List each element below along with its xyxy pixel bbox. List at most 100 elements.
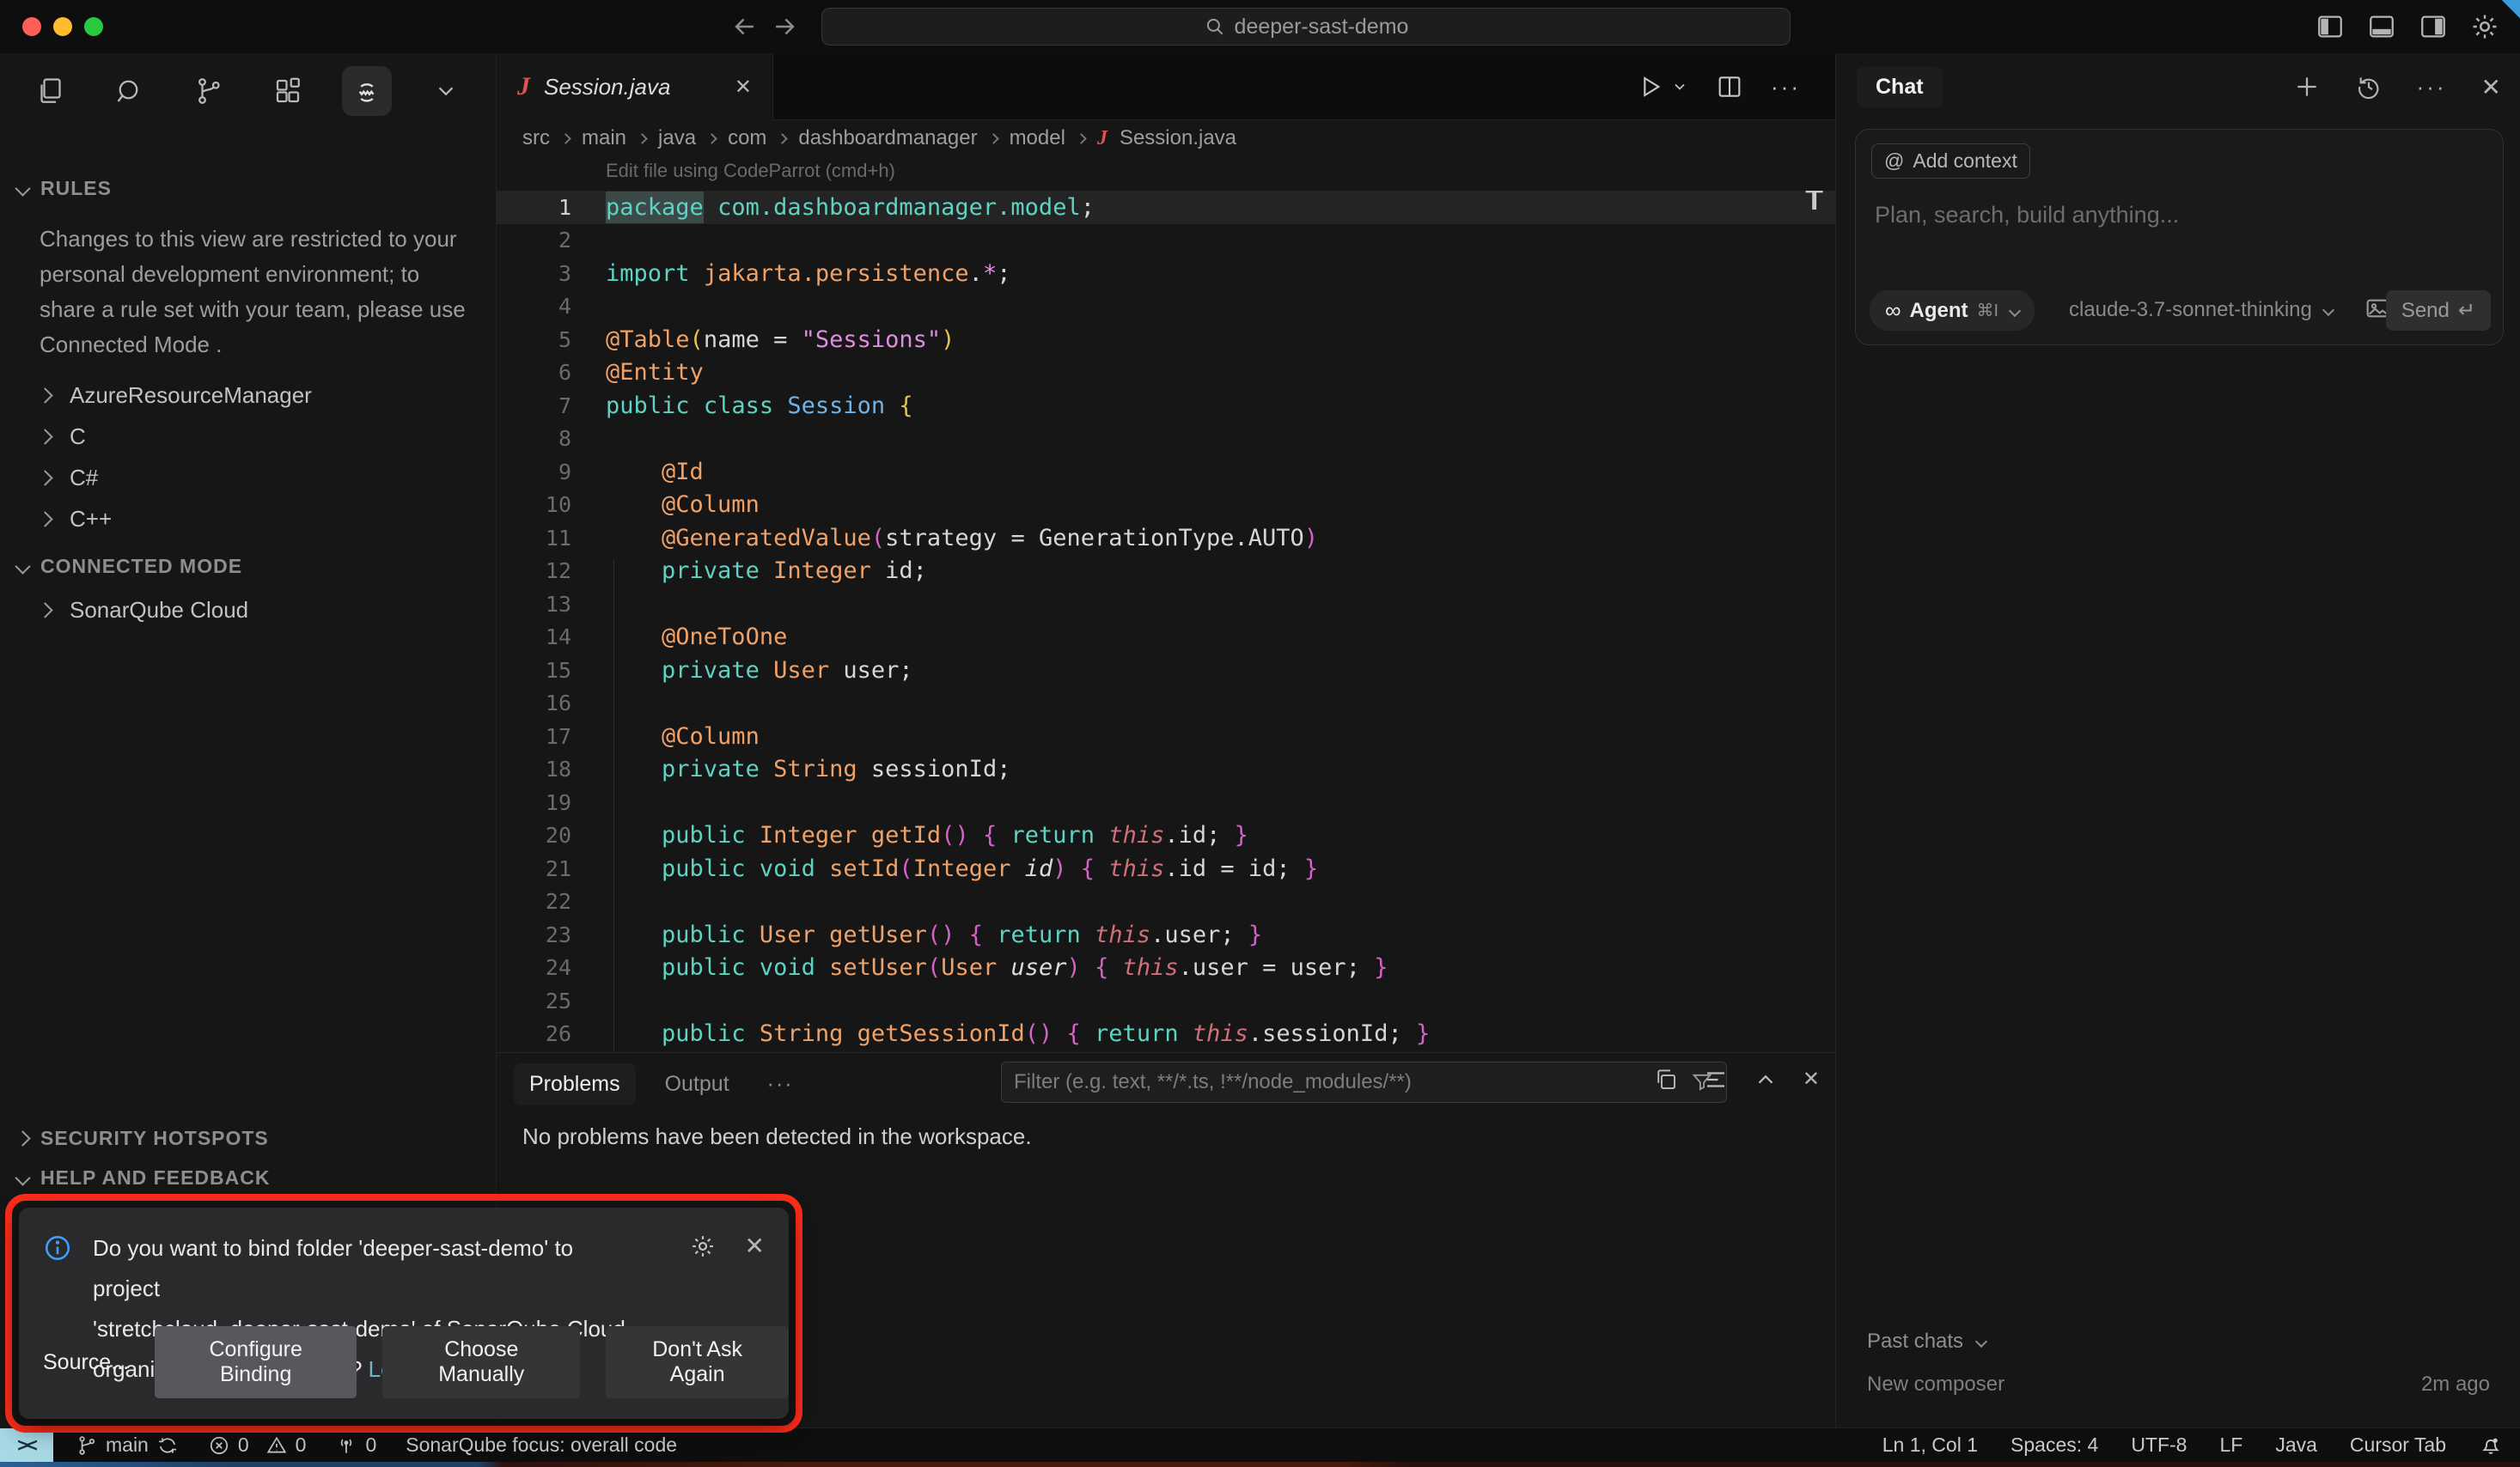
indentation-status[interactable]: Spaces: 4 [2011,1434,2098,1457]
problems-filter[interactable] [1001,1062,1727,1103]
breadcrumb-item[interactable]: dashboardmanager [798,126,977,150]
back-arrow-icon[interactable] [730,12,760,41]
sonarqube-focus-status[interactable]: SonarQube focus: overall code [406,1434,677,1457]
code-line[interactable]: 23 public User getUser() { return this.u… [497,918,1835,952]
editor-more-actions-icon[interactable]: ··· [1771,74,1801,100]
rule-language-c[interactable]: C# [40,459,98,496]
remote-indicator[interactable]: >< [0,1428,53,1462]
close-notification-icon[interactable]: ✕ [745,1232,765,1260]
settings-gear-icon[interactable] [2470,12,2499,41]
code-line[interactable]: 21 public void setId(Integer id) { this.… [497,852,1835,886]
code-line[interactable]: 10 @Column [497,489,1835,522]
code-line[interactable]: 4 [497,290,1835,324]
code-line[interactable]: 11 @GeneratedValue(strategy = Generation… [497,521,1835,555]
cursor-tab-status[interactable]: Cursor Tab [2350,1434,2446,1457]
code-line[interactable]: 3import jakarta.persistence.*; [497,257,1835,290]
code-editor[interactable]: 1package com.dashboardmanager.model;T23i… [497,191,1835,1052]
rule-language-c[interactable]: C++ [40,500,112,538]
code-line[interactable]: 26 public String getSessionId() { return… [497,1018,1835,1051]
code-line[interactable]: 20 public Integer getId() { return this.… [497,819,1835,853]
choose-manually-button[interactable]: Choose Manually [382,1326,580,1398]
tab-output[interactable]: Output [650,1063,745,1105]
code-line[interactable]: 25 [497,984,1835,1018]
rule-language-c[interactable]: C [40,417,86,455]
search-view-icon[interactable] [105,66,155,116]
close-window-button[interactable] [22,17,41,36]
breadcrumb-item[interactable]: model [1010,126,1065,150]
agent-mode-selector[interactable]: ∞ Agent ⌘I [1870,290,2035,331]
section-header-connected-mode[interactable]: CONNECTED MODE [17,555,242,578]
code-line[interactable]: 8 [497,423,1835,456]
don-t-ask-again-button[interactable]: Don't Ask Again [606,1326,789,1398]
problems-filter-input[interactable] [1014,1070,1681,1094]
code-line[interactable]: 13 [497,587,1835,621]
maximize-panel-chevron-up-icon[interactable] [1753,1067,1779,1093]
view-as-list-icon[interactable] [1703,1067,1729,1093]
eol-status[interactable]: LF [2219,1434,2242,1457]
breadcrumb-item[interactable]: com [728,126,766,150]
chat-more-actions-icon[interactable]: ··· [2417,74,2447,100]
code-line[interactable]: 22 [497,886,1835,919]
code-line[interactable]: 1package com.dashboardmanager.model;T [497,191,1835,224]
code-line[interactable]: 7public class Session { [497,389,1835,423]
section-header-help-feedback[interactable]: HELP AND FEEDBACK [17,1166,270,1190]
zoom-window-button[interactable] [84,17,103,36]
command-center-search[interactable]: deeper-sast-demo [821,8,1791,46]
code-line[interactable]: 24 public void setUser(User user) { this… [497,952,1835,985]
code-line[interactable]: 19 [497,786,1835,819]
code-line[interactable]: 6@Entity [497,356,1835,390]
minimize-window-button[interactable] [53,17,72,36]
notification-source-label[interactable]: Source... [43,1350,129,1375]
code-line[interactable]: 5@Table(name = "Sessions") [497,323,1835,356]
send-button[interactable]: Send ↵ [2386,290,2491,331]
toggle-left-sidebar-icon[interactable] [2316,12,2345,41]
code-line[interactable]: 18 private String sessionId; [497,753,1835,787]
close-panel-icon[interactable]: ✕ [1803,1067,1820,1093]
add-context-chip[interactable]: @ Add context [1871,143,2030,179]
toggle-bottom-panel-icon[interactable] [2367,12,2396,41]
breadcrumb-item[interactable]: src [522,126,550,150]
breadcrumb-item[interactable]: Session.java [1120,126,1236,150]
panel-more-tabs-icon[interactable]: ··· [759,1072,802,1097]
encoding-status[interactable]: UTF-8 [2131,1434,2187,1457]
close-chat-icon[interactable]: ✕ [2481,73,2501,101]
more-views-chevron-icon[interactable] [421,66,471,116]
language-mode-status[interactable]: Java [2275,1434,2317,1457]
chat-input-box[interactable]: @ Add context Plan, search, build anythi… [1855,129,2504,345]
tab-chat[interactable]: Chat [1857,67,1943,107]
split-editor-icon[interactable] [1716,73,1743,100]
cursor-position-status[interactable]: Ln 1, Col 1 [1882,1434,1978,1457]
notifications-bell-icon[interactable] [2479,1434,2503,1458]
past-chat-item[interactable]: New composer 2m ago [1867,1373,2490,1397]
extensions-icon[interactable] [263,66,313,116]
section-header-security-hotspots[interactable]: SECURITY HOTSPOTS [17,1127,269,1150]
forward-arrow-icon[interactable] [770,12,799,41]
chat-history-icon[interactable] [2355,73,2383,100]
section-header-rules[interactable]: RULES [17,177,112,200]
code-line[interactable]: 16 [497,687,1835,721]
problems-status[interactable]: 0 0 [208,1434,307,1457]
explorer-icon[interactable] [26,66,76,116]
close-tab-icon[interactable]: ✕ [735,75,752,100]
past-chats-toggle[interactable]: Past chats [1867,1330,1986,1354]
rule-language-azureresourcemanager[interactable]: AzureResourceManager [40,376,312,414]
tab-session-java[interactable]: J Session.java ✕ [497,53,773,120]
git-branch-status[interactable]: main [76,1434,179,1457]
configure-binding-button[interactable]: Configure Binding [155,1326,357,1398]
notification-settings-gear-icon[interactable] [690,1233,716,1259]
source-control-icon[interactable] [184,66,234,116]
code-line[interactable]: 15 private User user; [497,654,1835,687]
connection-sonarqubecloud[interactable]: SonarQube Cloud [40,591,248,629]
breadcrumb-item[interactable]: java [658,126,696,150]
breadcrumb-item[interactable]: main [582,126,626,150]
code-line[interactable]: 14 @OneToOne [497,621,1835,654]
tab-problems[interactable]: Problems [514,1063,636,1105]
code-line[interactable]: 12 private Integer id; [497,555,1835,588]
code-line[interactable]: 2 [497,224,1835,258]
code-line[interactable]: 9 @Id [497,455,1835,489]
toggle-right-sidebar-icon[interactable] [2419,12,2448,41]
run-button[interactable] [1637,73,1688,100]
new-chat-plus-icon[interactable] [2293,73,2321,100]
model-selector[interactable]: claude-3.7-sonnet-thinking [2069,298,2333,322]
copy-icon[interactable] [1653,1067,1679,1093]
